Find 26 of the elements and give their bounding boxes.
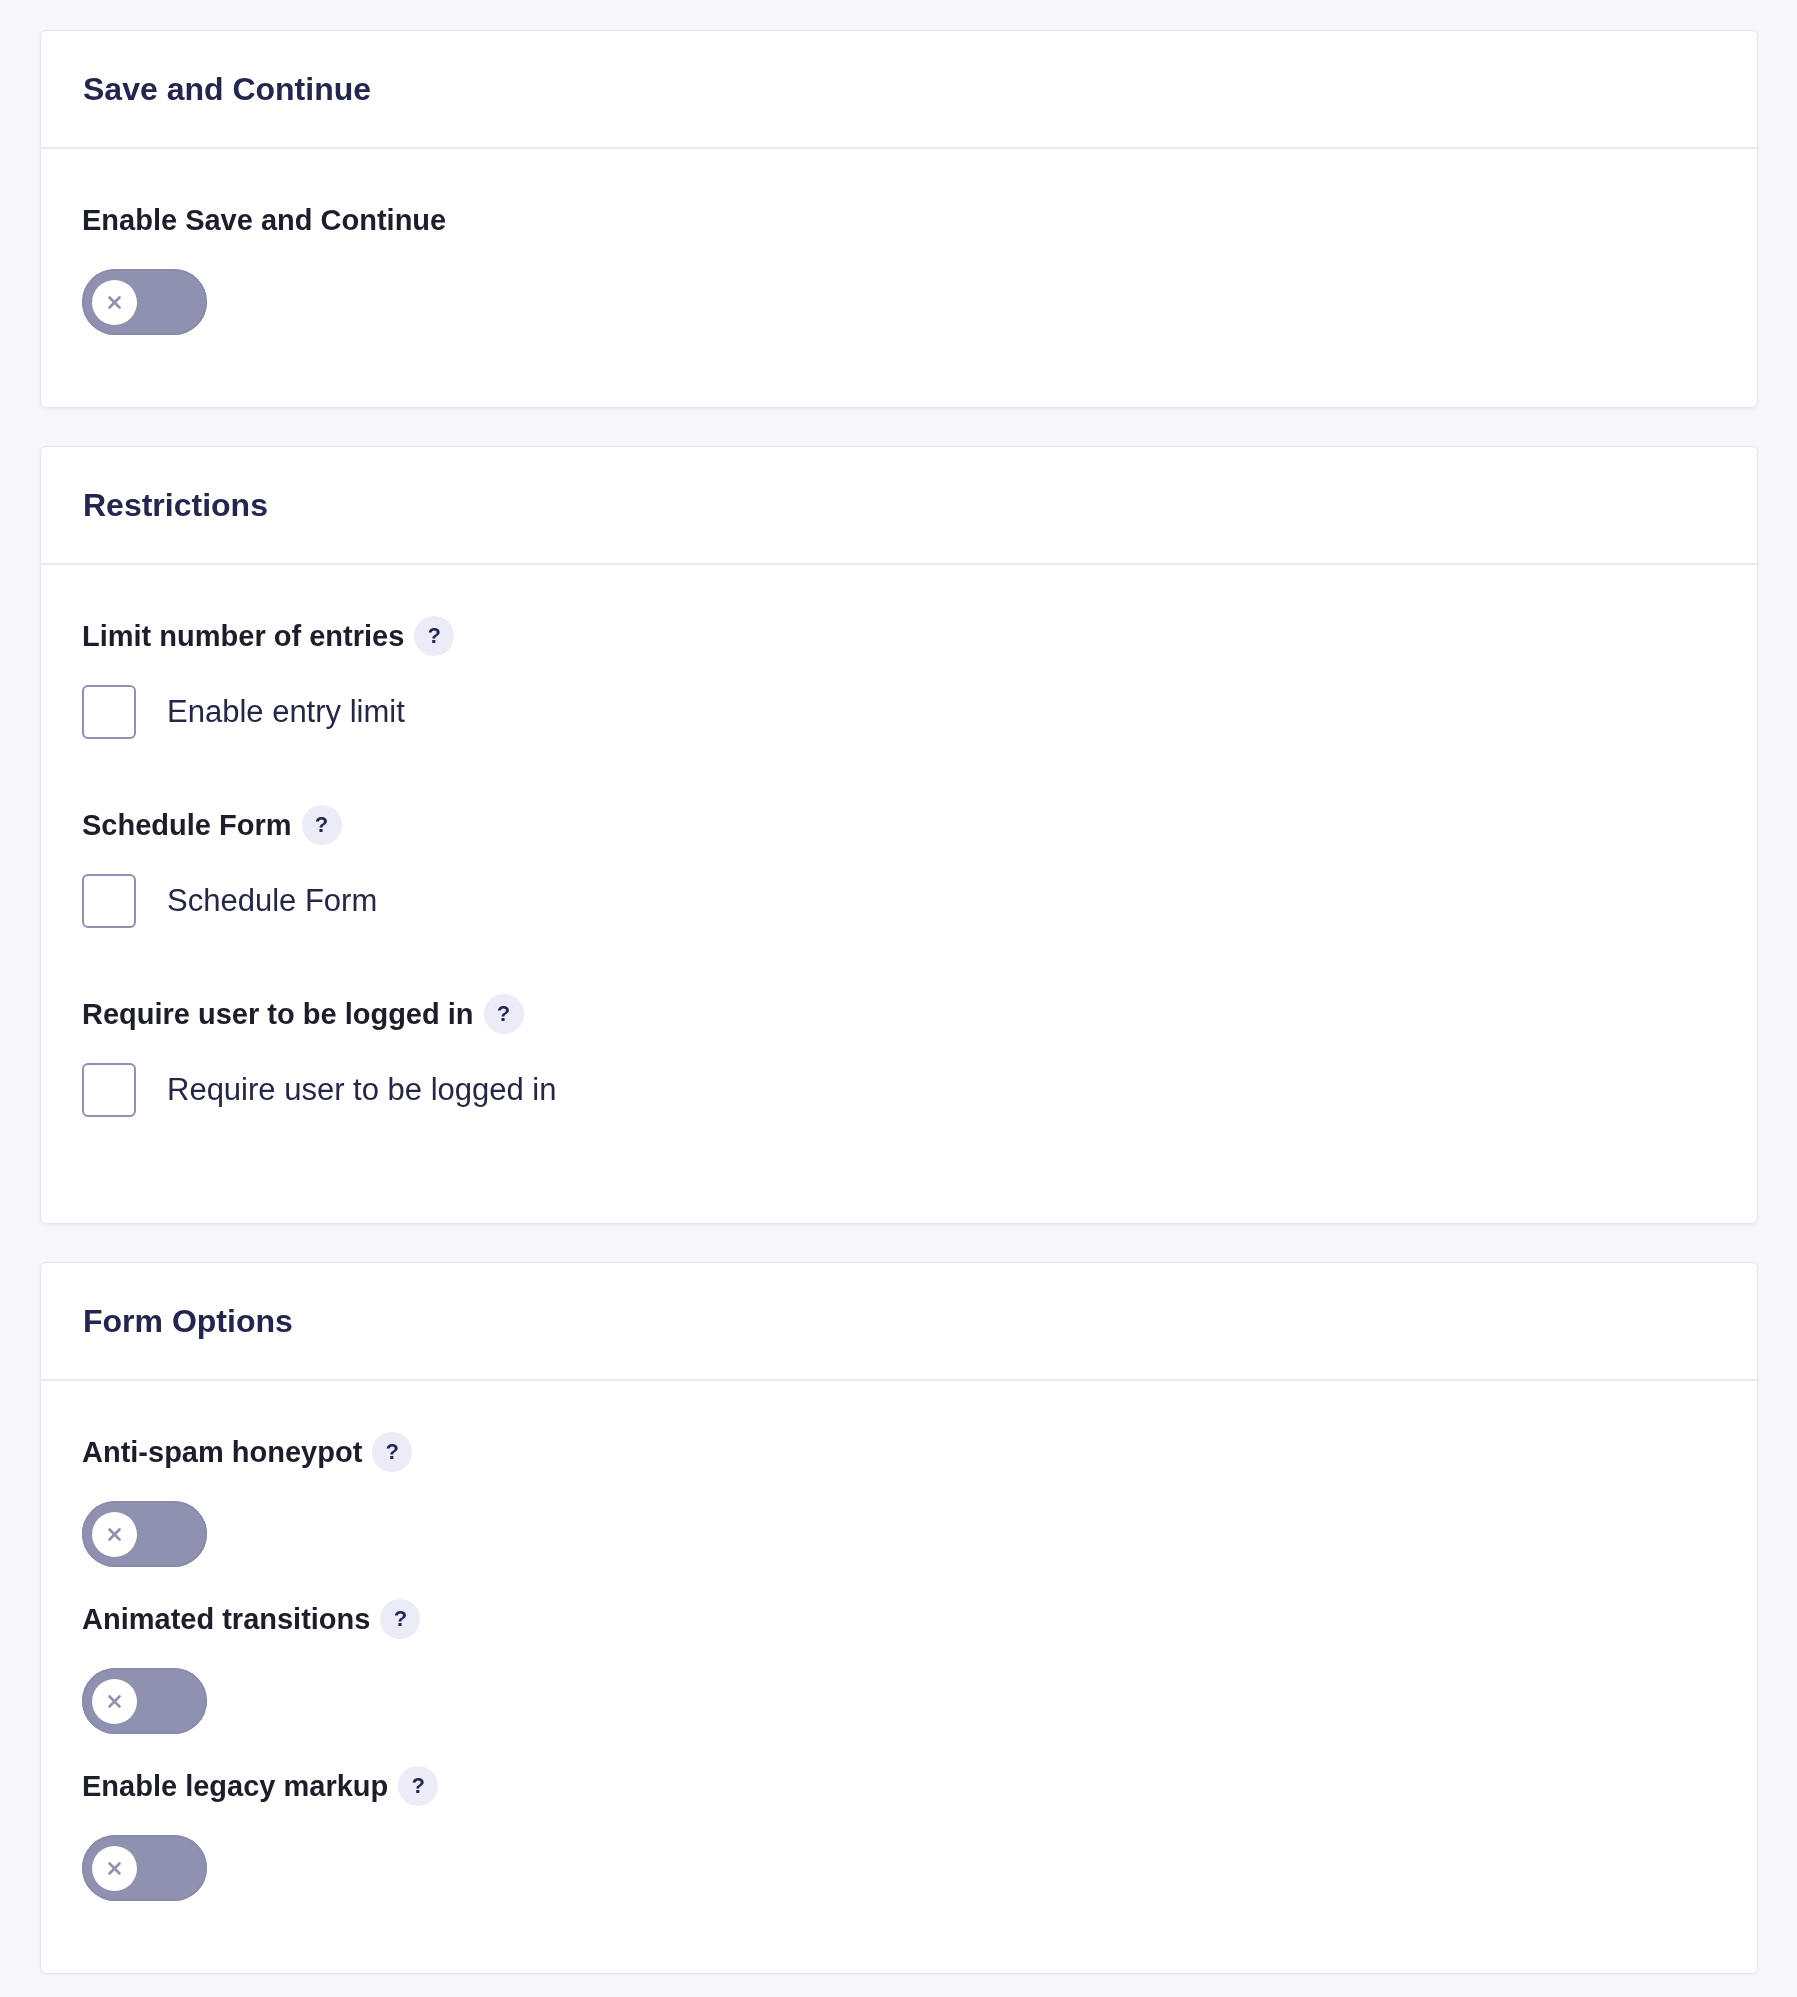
card-title: Save and Continue: [83, 70, 372, 109]
field-label: Enable legacy markup: [82, 1769, 389, 1804]
help-button[interactable]: ?: [301, 805, 342, 845]
field-label: Enable Save and Continue: [82, 203, 447, 238]
card-title: Form Options: [83, 1302, 293, 1341]
field-label: Schedule Form: [82, 808, 292, 843]
checkbox[interactable]: [82, 874, 136, 928]
help-button[interactable]: ?: [414, 616, 455, 656]
card-title: Restrictions: [83, 486, 268, 525]
cross-icon: [92, 1678, 137, 1724]
checkbox-label[interactable]: Enable entry limit: [167, 692, 405, 732]
help-button[interactable]: ?: [380, 1599, 421, 1639]
checkbox-label[interactable]: Require user to be logged in: [167, 1070, 557, 1110]
cross-icon: [92, 1845, 137, 1891]
field-label: Limit number of entries: [82, 619, 405, 654]
help-button[interactable]: ?: [398, 1766, 439, 1806]
checkbox[interactable]: [82, 685, 136, 739]
cross-icon: [92, 279, 137, 325]
help-button[interactable]: ?: [483, 994, 524, 1034]
field-label: Require user to be logged in: [82, 997, 474, 1032]
checkbox[interactable]: [82, 1063, 136, 1117]
help-button[interactable]: ?: [372, 1432, 413, 1472]
field-label: Animated transitions: [82, 1602, 371, 1637]
field-label: Anti-spam honeypot: [82, 1435, 363, 1470]
cross-icon: [92, 1511, 137, 1557]
checkbox-label[interactable]: Schedule Form: [167, 881, 378, 921]
